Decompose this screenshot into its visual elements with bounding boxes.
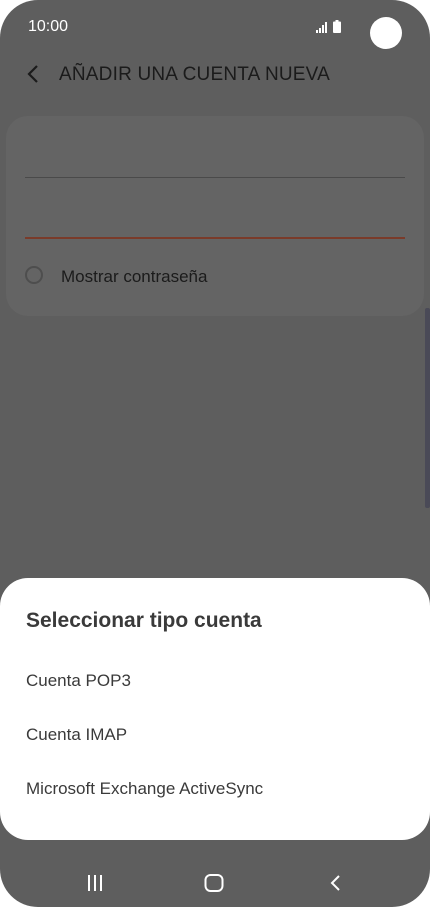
nav-back-icon[interactable] [326, 873, 346, 893]
option-imap[interactable]: Cuenta IMAP [26, 725, 127, 745]
device-screen: 10:00 AÑADIR UNA CUENTA NUEVA Mostrar co… [0, 0, 430, 907]
signal-icon [316, 22, 327, 33]
navigation-bar [0, 846, 430, 907]
option-exchange-activesync[interactable]: Microsoft Exchange ActiveSync [26, 779, 263, 799]
page-title: AÑADIR UNA CUENTA NUEVA [59, 64, 330, 85]
chevron-left-icon[interactable] [24, 62, 44, 86]
status-bar: 10:00 [0, 0, 430, 56]
option-pop3[interactable]: Cuenta POP3 [26, 671, 131, 691]
home-icon[interactable] [203, 873, 225, 893]
show-password-checkbox[interactable] [25, 266, 43, 284]
sheet-title: Seleccionar tipo cuenta [26, 609, 262, 632]
account-type-sheet: Seleccionar tipo cuenta Cuenta POP3 Cuen… [0, 578, 430, 840]
account-form-card: Mostrar contraseña [6, 116, 424, 316]
recents-icon[interactable] [84, 874, 106, 892]
email-field[interactable] [25, 177, 405, 178]
camera-cutout [370, 17, 402, 49]
scrollbar[interactable] [425, 308, 430, 508]
battery-icon [333, 20, 341, 33]
status-time: 10:00 [28, 18, 69, 35]
app-header: AÑADIR UNA CUENTA NUEVA [0, 56, 430, 96]
password-field[interactable] [25, 237, 405, 239]
show-password-label: Mostrar contraseña [61, 267, 208, 286]
